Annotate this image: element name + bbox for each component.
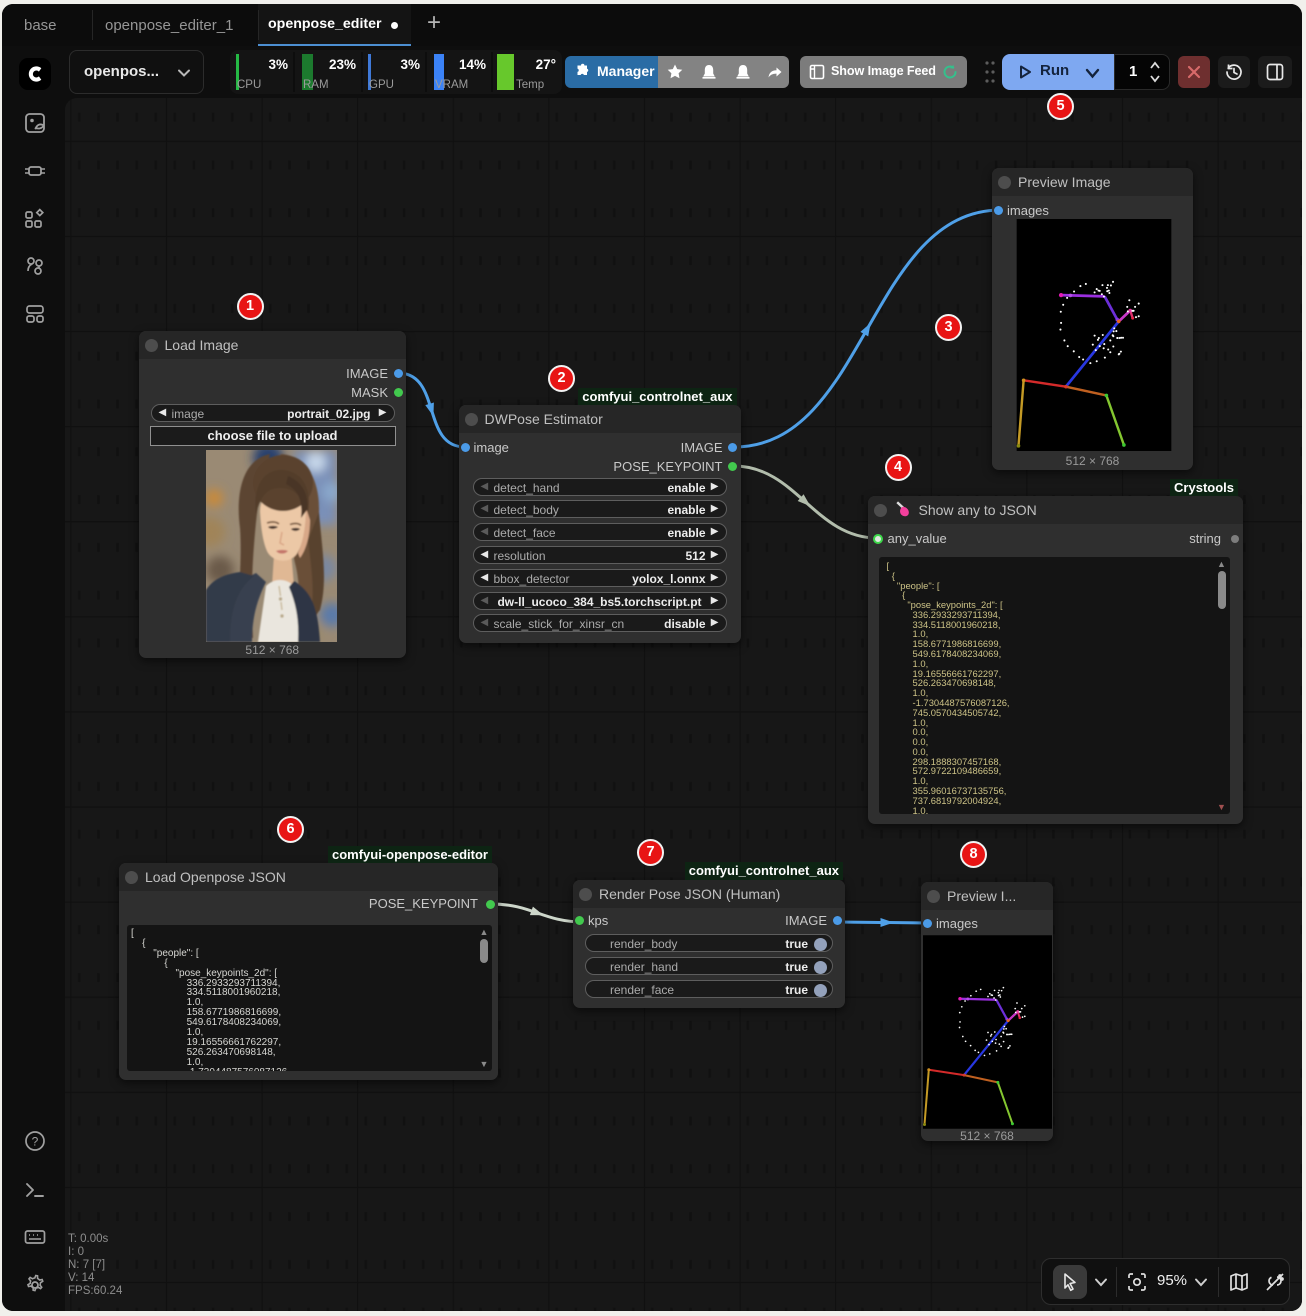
svg-text:?: ? xyxy=(32,1135,39,1149)
